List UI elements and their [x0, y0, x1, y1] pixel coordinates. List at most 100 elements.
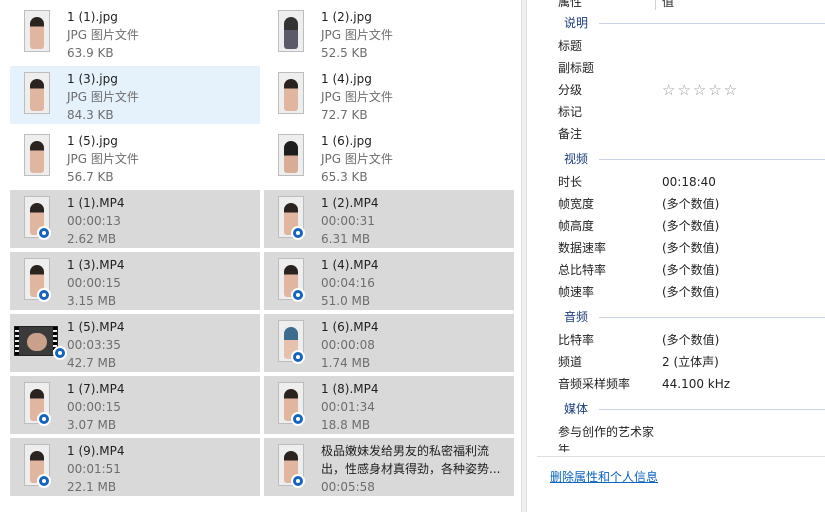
file-item[interactable]: 1 (2).MP4 00:00:31 6.31 MB: [264, 190, 514, 248]
footer-divider: [537, 456, 825, 457]
media-player-icon: [291, 226, 305, 240]
file-duration: 00:00:13: [67, 214, 121, 228]
file-item[interactable]: 1 (4).jpg JPG 图片文件 72.7 KB: [264, 66, 514, 124]
file-item[interactable]: 1 (6).jpg JPG 图片文件 65.3 KB: [264, 128, 514, 186]
file-size: 2.62 MB: [67, 232, 117, 246]
file-item-selected[interactable]: 1 (3).jpg JPG 图片文件 84.3 KB: [10, 66, 260, 124]
rating-label: 分级: [558, 83, 583, 97]
file-size: 22.1 MB: [67, 480, 117, 494]
file-duration: 00:05:58: [321, 480, 375, 494]
file-type: JPG 图片文件: [67, 152, 139, 166]
file-item[interactable]: 1 (6).MP4 00:00:08 1.74 MB: [264, 314, 514, 372]
file-name: 1 (1).MP4: [67, 196, 125, 210]
file-duration: 00:00:15: [67, 400, 121, 414]
file-type: JPG 图片文件: [321, 28, 393, 42]
file-item[interactable]: 1 (8).MP4 00:01:34 18.8 MB: [264, 376, 514, 434]
rating-stars[interactable]: ☆☆☆☆☆: [662, 80, 739, 100]
section-divider: [599, 409, 825, 410]
section-divider: [599, 317, 825, 318]
audio-bitrate-value: (多个数值): [662, 333, 720, 347]
file-size: 52.5 KB: [321, 46, 368, 60]
file-item[interactable]: 1 (9).MP4 00:01:51 22.1 MB: [10, 438, 260, 496]
media-player-icon: [37, 474, 51, 488]
file-duration: 00:00:15: [67, 276, 121, 290]
sample-rate-label: 音频采样频率: [558, 377, 631, 391]
image-thumbnail: [278, 72, 304, 114]
file-duration: 00:00:08: [321, 338, 375, 352]
file-name: 1 (5).jpg: [67, 134, 118, 148]
file-duration: 00:01:34: [321, 400, 375, 414]
file-name: 1 (6).jpg: [321, 134, 372, 148]
frame-height-label: 帧高度: [558, 219, 595, 233]
file-name: 1 (4).MP4: [321, 258, 379, 272]
file-name: 1 (8).MP4: [321, 382, 379, 396]
file-name: 1 (4).jpg: [321, 72, 372, 86]
file-item[interactable]: 1 (4).MP4 00:04:16 51.0 MB: [264, 252, 514, 310]
file-size: 65.3 KB: [321, 170, 368, 184]
section-divider: [599, 159, 825, 160]
contributing-artists-label: 参与创作的艺术家: [558, 425, 655, 439]
frame-rate-label: 帧速率: [558, 285, 595, 299]
details-pane: 属性 值 说明 标题 副标题 分级 ☆☆☆☆☆ 标记 备注 视频 时长 00:1…: [527, 0, 825, 512]
file-name: 1 (3).MP4: [67, 258, 125, 272]
image-thumbnail: [278, 134, 304, 176]
data-rate-label: 数据速率: [558, 241, 607, 255]
column-header-property[interactable]: 属性: [558, 0, 582, 12]
file-name: 1 (3).jpg: [67, 72, 118, 86]
section-video: 视频: [564, 152, 589, 166]
frame-height-value: (多个数值): [662, 219, 720, 233]
remove-properties-link[interactable]: 删除属性和个人信息: [550, 468, 658, 485]
image-thumbnail: [278, 10, 304, 52]
file-name: 1 (6).MP4: [321, 320, 379, 334]
frame-width-label: 帧宽度: [558, 197, 595, 211]
image-thumbnail: [24, 134, 50, 176]
file-size: 51.0 MB: [321, 294, 371, 308]
media-player-icon: [291, 412, 305, 426]
section-description: 说明: [564, 16, 589, 30]
file-item[interactable]: 1 (7).MP4 00:00:15 3.07 MB: [10, 376, 260, 434]
column-header-value[interactable]: 值: [662, 0, 674, 12]
file-size: 18.8 MB: [321, 418, 371, 432]
file-type: JPG 图片文件: [321, 152, 393, 166]
media-player-icon: [37, 412, 51, 426]
file-duration: 00:04:16: [321, 276, 375, 290]
file-type: JPG 图片文件: [321, 90, 393, 104]
file-size: 6.31 MB: [321, 232, 371, 246]
media-player-icon: [37, 226, 51, 240]
subtitle-label: 副标题: [558, 61, 595, 75]
file-duration: 00:01:51: [67, 462, 121, 476]
file-item[interactable]: 1 (2).jpg JPG 图片文件 52.5 KB: [264, 4, 514, 62]
file-item[interactable]: 1 (5).MP4 00:03:35 42.7 MB: [10, 314, 260, 372]
file-name: 1 (9).MP4: [67, 444, 125, 458]
file-item[interactable]: 1 (5).jpg JPG 图片文件 56.7 KB: [10, 128, 260, 186]
file-size: 3.15 MB: [67, 294, 117, 308]
video-thumbnail: [14, 326, 58, 356]
audio-bitrate-label: 比特率: [558, 333, 595, 347]
media-player-icon: [291, 288, 305, 302]
file-size: 63.9 KB: [67, 46, 114, 60]
file-item[interactable]: 1 (3).MP4 00:00:15 3.15 MB: [10, 252, 260, 310]
frame-width-value: (多个数值): [662, 197, 720, 211]
file-item[interactable]: 1 (1).jpg JPG 图片文件 63.9 KB: [10, 4, 260, 62]
file-type: JPG 图片文件: [67, 90, 139, 104]
image-thumbnail: [24, 72, 50, 114]
frame-rate-value: (多个数值): [662, 285, 720, 299]
channels-value: 2 (立体声): [662, 355, 719, 369]
file-item[interactable]: 1 (1).MP4 00:00:13 2.62 MB: [10, 190, 260, 248]
file-size: 3.07 MB: [67, 418, 117, 432]
file-name: 1 (7).MP4: [67, 382, 125, 396]
media-player-icon: [37, 288, 51, 302]
file-size: 56.7 KB: [67, 170, 114, 184]
section-divider: [599, 23, 825, 24]
sample-rate-value: 44.100 kHz: [662, 377, 731, 391]
file-list: 1 (1).jpg JPG 图片文件 63.9 KB 1 (2).jpg JPG 图片…: [0, 0, 520, 512]
file-name: 1 (5).MP4: [67, 320, 125, 334]
file-duration: 00:03:35: [67, 338, 121, 352]
tags-label: 标记: [558, 105, 583, 119]
duration-value: 00:18:40: [662, 175, 716, 189]
column-divider: [655, 0, 656, 10]
file-item[interactable]: 极品嫩妹发给男友的私密福利流出，性感身材真得劲，各种姿势... 00:05:58: [264, 438, 514, 496]
file-size: 84.3 KB: [67, 108, 114, 122]
file-duration: 00:00:31: [321, 214, 375, 228]
file-name: 1 (2).MP4: [321, 196, 379, 210]
